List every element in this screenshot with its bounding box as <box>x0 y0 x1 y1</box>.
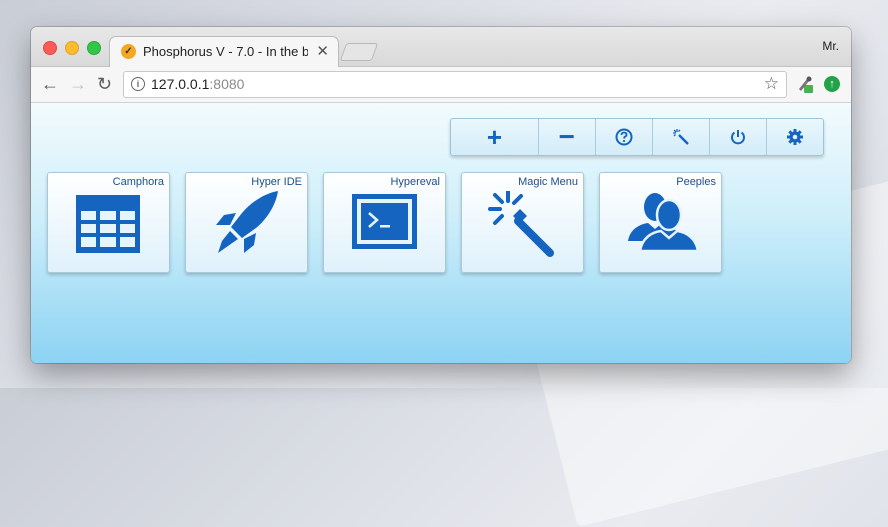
app-tile-magic-menu[interactable]: Magic Menu <box>461 172 584 273</box>
page-content: + − Camphora Hyper IDE Hypereval Magic M… <box>31 103 851 363</box>
magic-button[interactable] <box>653 119 710 155</box>
app-tile-label: Magic Menu <box>518 176 578 188</box>
app-tile-camphora[interactable]: Camphora <box>47 172 170 273</box>
terminal-icon <box>352 194 417 249</box>
power-button[interactable] <box>710 119 767 155</box>
browser-window: ✓ Phosphorus V - 7.0 - In the beg ✕ Mr. … <box>31 27 851 363</box>
browser-toolbar: ← → ↻ i 127.0.0.1:8080 ☆ ↑ <box>31 67 851 103</box>
upload-extension-icon[interactable]: ↑ <box>824 76 840 92</box>
browser-tab[interactable]: ✓ Phosphorus V - 7.0 - In the beg ✕ <box>109 36 339 68</box>
tab-close-icon[interactable]: ✕ <box>316 42 329 60</box>
app-tile-label: Hyper IDE <box>251 176 302 188</box>
maximize-window-button[interactable] <box>87 41 101 55</box>
tab-title: Phosphorus V - 7.0 - In the beg <box>143 44 308 59</box>
bookmark-star-icon[interactable]: ☆ <box>764 74 779 94</box>
back-button[interactable]: ← <box>41 73 59 95</box>
eyedropper-extension-icon[interactable] <box>797 75 813 93</box>
app-tile-hyper-ide[interactable]: Hyper IDE <box>185 172 308 273</box>
reload-button[interactable]: ↻ <box>97 73 112 95</box>
settings-button[interactable] <box>767 119 823 155</box>
magic-wand-icon <box>488 191 554 257</box>
url-text: 127.0.0.1:8080 <box>151 76 244 92</box>
magic-wand-icon <box>672 129 689 145</box>
title-bar: ✓ Phosphorus V - 7.0 - In the beg ✕ Mr. <box>31 27 851 68</box>
window-controls <box>43 41 101 55</box>
url-host: 127.0.0.1 <box>151 76 210 92</box>
power-icon <box>730 130 745 145</box>
site-info-icon[interactable]: i <box>131 77 145 91</box>
gear-icon <box>786 129 803 145</box>
help-button[interactable] <box>596 119 653 155</box>
help-icon <box>615 128 633 146</box>
forward-button[interactable]: → <box>69 73 87 95</box>
new-tab-button[interactable] <box>339 43 379 61</box>
control-bar: + − <box>450 118 824 156</box>
app-tile-label: Peeples <box>676 176 716 188</box>
grid-icon <box>76 195 140 253</box>
minimize-window-button[interactable] <box>65 41 79 55</box>
url-port: :8080 <box>209 76 245 92</box>
favicon-icon: ✓ <box>121 44 136 59</box>
app-tile-hypereval[interactable]: Hypereval <box>323 172 446 273</box>
rocket-icon <box>216 191 278 253</box>
app-tile-peeples[interactable]: Peeples <box>599 172 722 273</box>
close-window-button[interactable] <box>43 41 57 55</box>
remove-button[interactable]: − <box>539 119 596 155</box>
app-tile-label: Hypereval <box>390 176 440 188</box>
address-bar[interactable]: i 127.0.0.1:8080 ☆ <box>123 71 787 98</box>
profile-button[interactable]: Mr. <box>822 39 839 53</box>
users-icon <box>628 193 700 253</box>
add-button[interactable]: + <box>451 119 539 155</box>
app-tile-label: Camphora <box>112 176 164 188</box>
